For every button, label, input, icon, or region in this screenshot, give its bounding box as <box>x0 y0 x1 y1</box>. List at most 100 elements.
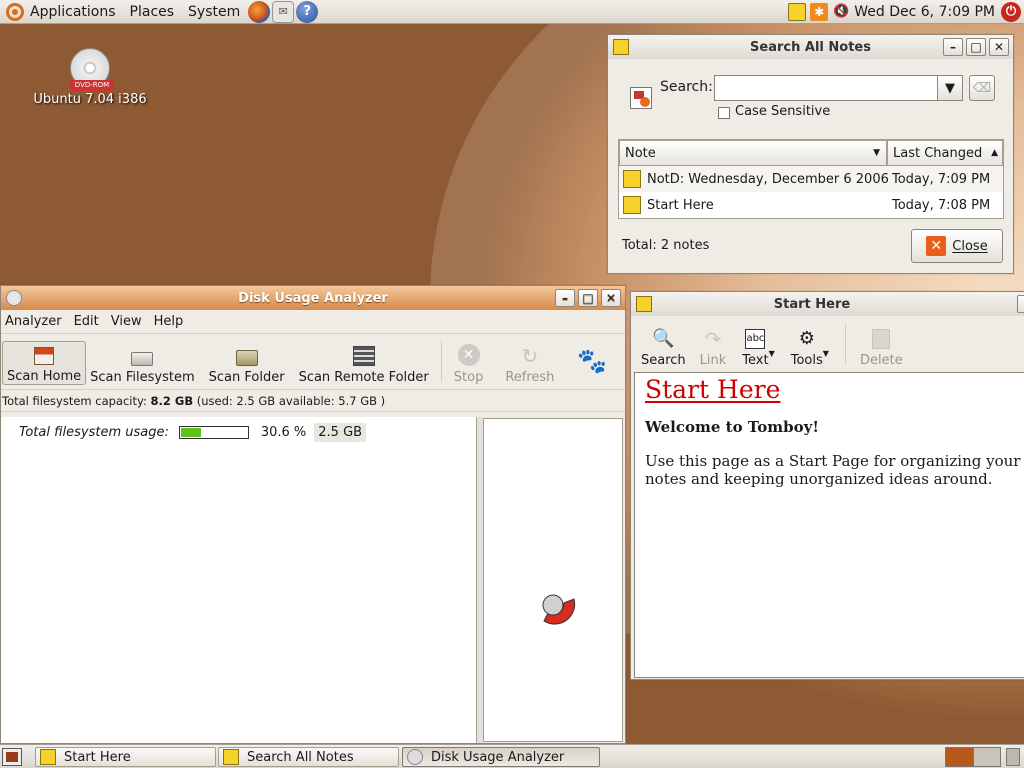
note-body[interactable]: Start Here Welcome to Tomboy! Use this p… <box>634 372 1024 678</box>
menu-analyzer[interactable]: Analyzer <box>1 314 70 329</box>
usage-tree: Total filesystem usage: 30.6 % 2.5 GB <box>1 417 477 743</box>
stop-button[interactable]: ✕ Stop <box>450 337 488 389</box>
home-icon <box>34 347 55 365</box>
disk-usage-app-icon <box>6 290 22 306</box>
usage-bar-fill <box>180 427 202 437</box>
workspace-2[interactable] <box>973 748 1000 766</box>
search-notes-button[interactable]: 🔍 Search <box>637 320 690 372</box>
menu-view[interactable]: View <box>107 314 150 329</box>
maximize-button[interactable]: □ <box>578 289 598 307</box>
dvd-rom-desktop-icon[interactable]: DVD-ROM Ubuntu 7.04 i386 <box>30 48 150 107</box>
tools-button[interactable]: ⚙ Tools <box>787 320 827 372</box>
note-title: NotD: Wednesday, December 6 2006 <box>647 171 889 187</box>
workspace-switcher[interactable] <box>945 747 1001 767</box>
scan-folder-label: Scan Folder <box>208 370 285 385</box>
gnome-foot-icon: 🐾 <box>577 347 607 375</box>
close-icon: ✕ <box>926 236 947 256</box>
toolbar-separator <box>440 341 442 381</box>
gears-icon: ⚙ <box>798 328 815 349</box>
tools-dropdown-icon[interactable]: ▼ <box>823 349 829 358</box>
link-icon: ↷ <box>704 327 722 351</box>
search-notes-titlebar[interactable]: Search All Notes – □ ✕ <box>608 35 1013 59</box>
window-title: Disk Usage Analyzer <box>238 290 388 306</box>
sort-down-icon: ▼ <box>873 148 880 158</box>
capacity-suffix: (used: 2.5 GB available: 5.7 GB ) <box>193 394 386 408</box>
bottom-panel: Start Here Search All Notes Disk Usage A… <box>0 744 1024 768</box>
menubar: Analyzer Edit View Help <box>1 310 625 334</box>
refresh-button[interactable]: ↻ Refresh <box>501 337 558 389</box>
notification-area: ✱ 🔇 Wed Dec 6, 7:09 PM ⏻ <box>786 0 1024 24</box>
top-panel: Applications Places System ✉ ? ✱ 🔇 Wed D… <box>0 0 1024 24</box>
toolbar-separator <box>844 324 846 364</box>
close-window-button[interactable]: ✕ <box>601 289 621 307</box>
volume-icon[interactable]: 🔇 <box>832 3 850 21</box>
ring-chart-center <box>542 594 564 616</box>
scan-home-button[interactable]: Scan Home <box>2 341 87 385</box>
text-format-icon: abc <box>745 329 766 349</box>
text-button[interactable]: abc Text <box>738 320 772 372</box>
show-desktop-button[interactable] <box>2 748 22 766</box>
workspace-1[interactable] <box>946 748 974 766</box>
search-image-icon <box>630 87 652 109</box>
link-label: Link <box>699 353 727 368</box>
delete-button[interactable]: Delete <box>856 320 907 372</box>
scan-remote-folder-button[interactable]: Scan Remote Folder <box>295 337 433 389</box>
text-dropdown-icon[interactable]: ▼ <box>769 349 775 358</box>
search-input[interactable] <box>714 75 938 101</box>
update-notifier-icon[interactable]: ✱ <box>810 2 829 21</box>
note-body-text: Use this page as a Start Page for organi… <box>645 452 1021 488</box>
delete-label: Delete <box>859 353 903 368</box>
list-item[interactable]: Start Here Today, 7:08 PM <box>619 192 1003 218</box>
applications-label: Applications <box>30 3 116 20</box>
list-item[interactable]: NotD: Wednesday, December 6 2006 Today, … <box>619 166 1003 192</box>
menu-help[interactable]: Help <box>150 314 192 329</box>
column-note-label: Note <box>625 145 656 161</box>
note-toolbar: 🔍 Search ↷ Link abc Text ▼ ⚙ Tools ▼ Del… <box>631 316 1024 372</box>
clear-search-button[interactable]: ⌫ <box>969 75 995 101</box>
clock[interactable]: Wed Dec 6, 7:09 PM <box>852 4 1001 20</box>
task-start-here[interactable]: Start Here <box>35 747 216 767</box>
tomboy-note-icon <box>223 749 239 765</box>
column-last-changed[interactable]: Last Changed ▲ <box>887 140 1003 166</box>
power-icon[interactable]: ⏻ <box>1001 1 1021 22</box>
minimize-button[interactable]: – <box>1017 295 1024 313</box>
start-here-note-window: Start Here – 🔍 Search ↷ Link abc Text ▼ … <box>630 291 1024 680</box>
places-menu[interactable]: Places <box>123 0 182 24</box>
applications-menu[interactable]: Applications <box>0 0 123 24</box>
mail-icon[interactable]: ✉ <box>272 0 295 23</box>
system-menu[interactable]: System <box>181 0 247 24</box>
note-icon <box>623 196 641 214</box>
capacity-prefix: Total filesystem capacity: <box>2 394 151 408</box>
firefox-icon[interactable] <box>248 0 271 23</box>
start-here-titlebar[interactable]: Start Here – <box>631 292 1024 316</box>
close-window-button[interactable]: ✕ <box>989 38 1009 56</box>
minimize-button[interactable]: – <box>555 289 575 307</box>
scan-folder-button[interactable]: Scan Folder <box>205 337 289 389</box>
task-disk-usage-analyzer[interactable]: Disk Usage Analyzer <box>402 747 600 767</box>
close-button[interactable]: ✕ Close <box>911 229 1003 263</box>
usage-percent: 30.6 % <box>260 424 307 440</box>
link-button[interactable]: ↷ Link <box>696 320 731 372</box>
task-disk-usage-label: Disk Usage Analyzer <box>431 749 565 765</box>
help-icon[interactable]: ? <box>296 0 319 23</box>
column-note[interactable]: Note ▼ <box>619 140 887 166</box>
disk-usage-titlebar[interactable]: Disk Usage Analyzer – □ ✕ <box>1 286 625 310</box>
task-search-all-notes[interactable]: Search All Notes <box>218 747 399 767</box>
text-label: Text <box>742 353 769 368</box>
scan-filesystem-button[interactable]: Scan Filesystem <box>86 337 199 389</box>
tomboy-tray-icon[interactable] <box>788 2 807 21</box>
scan-filesystem-label: Scan Filesystem <box>90 370 195 385</box>
note-changed: Today, 7:09 PM <box>892 171 991 187</box>
folder-icon <box>235 350 258 366</box>
usage-bar <box>178 425 249 439</box>
sort-up-icon: ▲ <box>991 148 998 158</box>
search-label: Search <box>641 353 686 368</box>
search-history-dropdown[interactable]: ▼ <box>937 75 963 101</box>
maximize-button[interactable]: □ <box>966 38 986 56</box>
case-sensitive-checkbox[interactable] <box>718 107 730 119</box>
total-notes: Total: 2 notes <box>622 238 710 253</box>
table-row[interactable]: Total filesystem usage: 30.6 % 2.5 GB <box>1 419 477 445</box>
menu-edit[interactable]: Edit <box>70 314 107 329</box>
minimize-button[interactable]: – <box>943 38 963 56</box>
trash-icon[interactable] <box>1006 748 1020 766</box>
